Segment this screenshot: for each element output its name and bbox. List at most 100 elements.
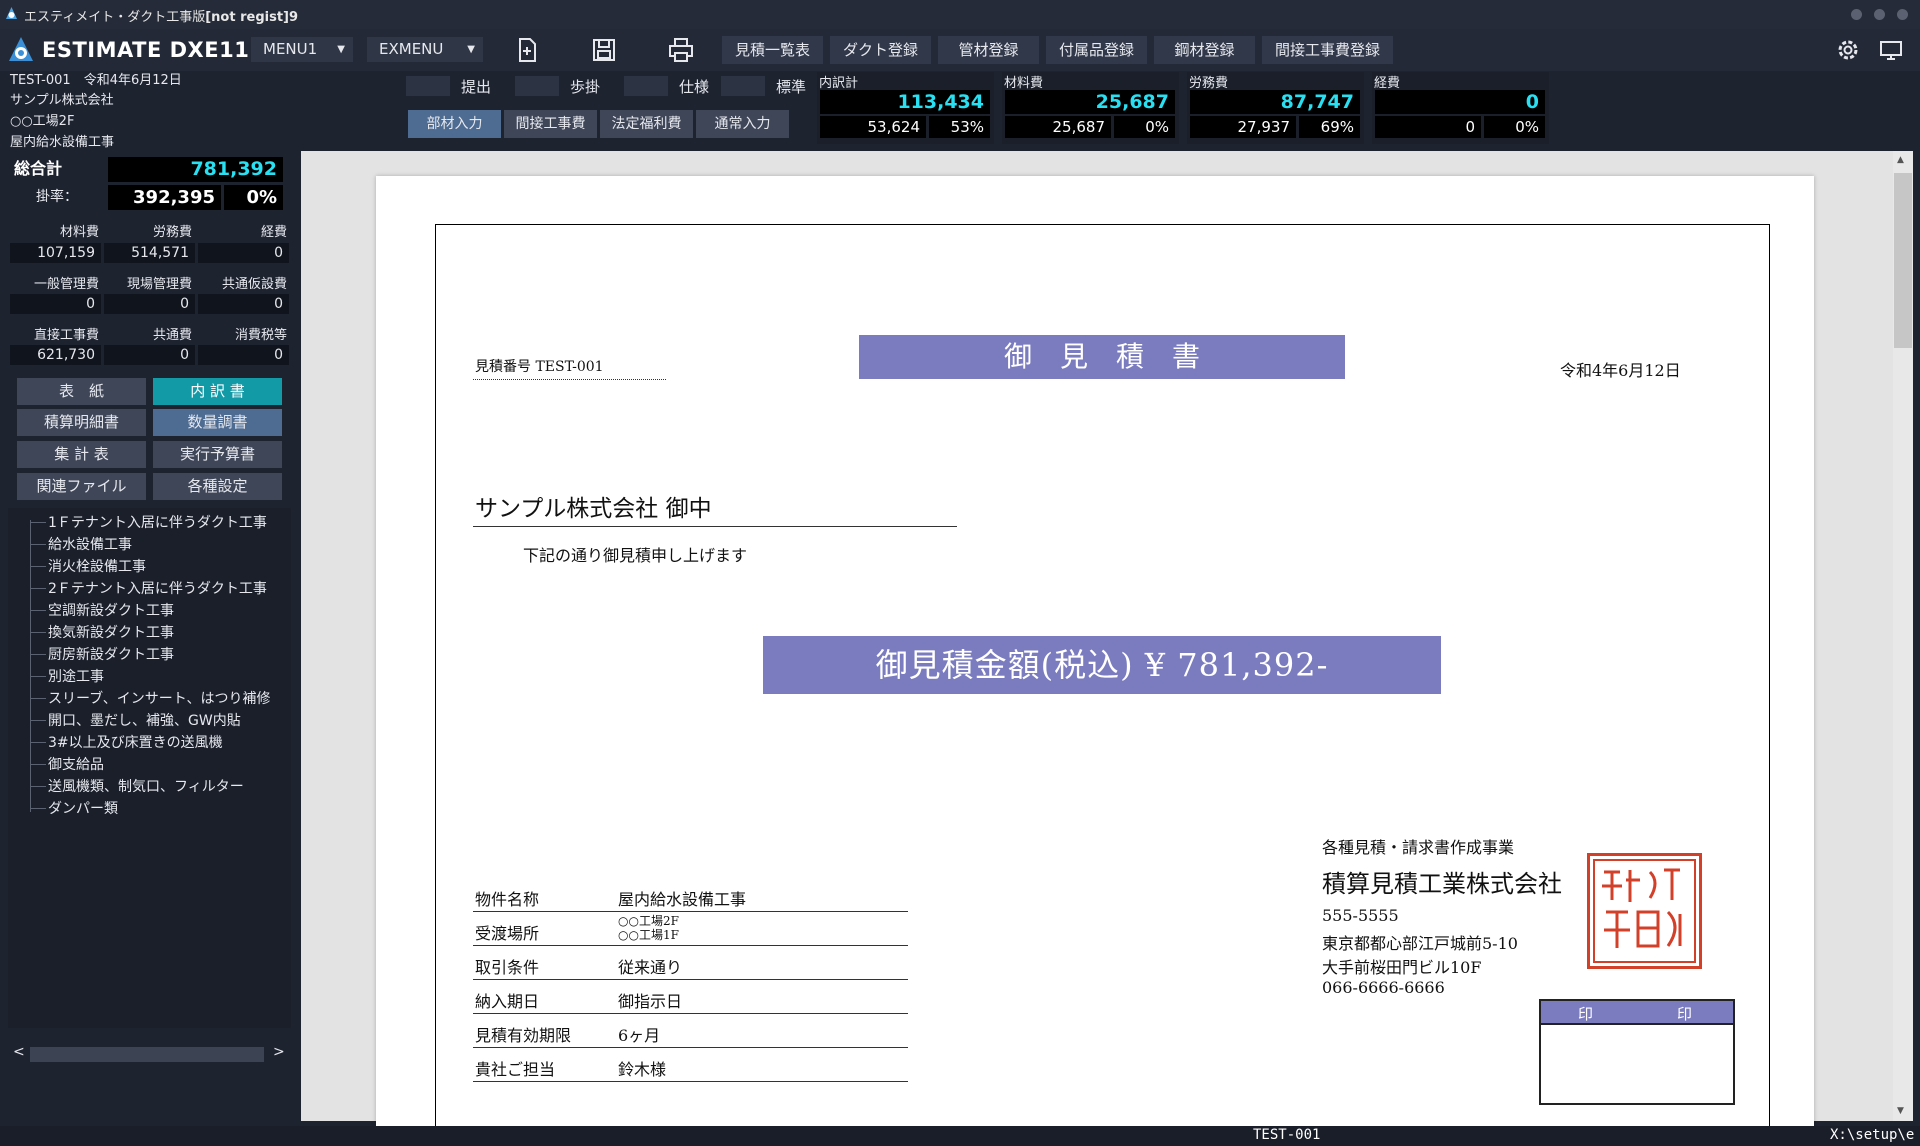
project-date: 令和4年6月12日 [83, 73, 182, 88]
spec-label: 仕様 [679, 78, 710, 96]
menu1-dropdown[interactable]: MENU1 ▼ [251, 37, 353, 62]
material-panel: 材料費 25,687 25,687 0% [1002, 72, 1179, 144]
issuer-business: 各種見積・請求書作成事業 [1322, 838, 1515, 857]
calc-detail-button[interactable]: 積算明細書 [17, 409, 146, 436]
status-code: TEST-001 [1253, 1127, 1321, 1143]
panel-sub: 0 [1375, 116, 1481, 138]
quantity-survey-button[interactable]: 数量調書 [153, 409, 282, 436]
duct-register-button[interactable]: ダクト登録 [830, 36, 931, 64]
standard-checkbox[interactable] [721, 76, 765, 96]
tree-item[interactable]: 給水設備工事 [48, 534, 132, 554]
seal-label: 印 [1578, 1005, 1594, 1023]
addressee: サンプル株式会社 御中 [475, 496, 712, 522]
normal-input-button[interactable]: 通常入力 [696, 110, 789, 138]
breakdown-button[interactable]: 内 訳 書 [153, 378, 282, 405]
app-logo-icon [6, 7, 17, 19]
vertical-scroll-thumb[interactable] [1894, 173, 1912, 348]
cover-button[interactable]: 表 紙 [17, 378, 146, 405]
material-cost-label: 材料費 [59, 225, 99, 240]
estimate-number: 見積番号 TEST-001 [475, 359, 604, 375]
tree-connector-tick [30, 676, 46, 677]
general-admin-label: 一般管理費 [33, 277, 99, 292]
exmenu-dropdown[interactable]: EXMENU ▼ [367, 37, 483, 62]
panel-label: 内訳計 [819, 76, 859, 91]
scroll-left-icon[interactable]: < [13, 1044, 27, 1060]
direct-cost-label: 直接工事費 [33, 328, 99, 343]
tree-connector-tick [30, 610, 46, 611]
horizontal-scroll-thumb[interactable] [30, 1047, 264, 1062]
pipe-register-button[interactable]: 管材登録 [938, 36, 1039, 64]
save-icon[interactable] [589, 35, 619, 65]
tree-connector-tick [30, 632, 46, 633]
welfare-cost-button[interactable]: 法定福利費 [600, 110, 693, 138]
submit-checkbox[interactable] [406, 76, 450, 96]
indirect-cost-button[interactable]: 間接工事費 [504, 110, 597, 138]
detail-line [473, 1013, 908, 1014]
tree-item[interactable]: 開口、墨だし、補強、GW内貼 [48, 710, 241, 730]
greeting: 下記の通り御見積申し上げます [523, 546, 748, 565]
detail-value: ○○工場2F [618, 914, 679, 928]
detail-line [473, 911, 908, 912]
indirect-cost-register-button[interactable]: 間接工事費登録 [1262, 36, 1393, 64]
budget-button[interactable]: 実行予算書 [153, 441, 282, 468]
menu1-label: MENU1 [263, 40, 318, 58]
tree-item[interactable]: 2Ｆテナント入居に伴うダクト工事 [48, 578, 267, 598]
issuer-company: 積算見積工業株式会社 [1322, 870, 1562, 898]
addressee-underline [473, 526, 957, 527]
seal-icon [1593, 859, 1696, 963]
status-path: X:\setup\e [1830, 1127, 1915, 1143]
maximize-button[interactable] [1874, 9, 1885, 20]
panel-sub: 53,624 [820, 116, 926, 138]
tree-item[interactable]: 別途工事 [48, 666, 104, 686]
tree-item[interactable]: 1Ｆテナント入居に伴うダクト工事 [48, 512, 267, 532]
close-button[interactable] [1897, 9, 1908, 20]
tree-connector-tick [30, 654, 46, 655]
tree-item[interactable]: 空調新設ダクト工事 [48, 600, 174, 620]
accessory-register-button[interactable]: 付属品登録 [1046, 36, 1147, 64]
display-settings-icon[interactable] [1877, 36, 1905, 64]
tree-item[interactable]: 3#以上及び床置きの送風機 [48, 732, 223, 752]
brand-name: ESTIMATE DXE11 [42, 38, 250, 62]
title-bar: エスティメイト・ダクト工事版[not regist]9 [0, 0, 1920, 29]
panel-total: 87,747 [1190, 90, 1360, 114]
spec-checkbox[interactable] [624, 76, 668, 96]
issuer-address-1: 東京都都心部江戸城前5-10 [1322, 934, 1518, 953]
tree-item[interactable]: 御支給品 [48, 754, 104, 774]
minimize-button[interactable] [1851, 9, 1862, 20]
seal-header [1541, 1001, 1733, 1023]
gear-icon[interactable] [1834, 36, 1862, 64]
site-admin-value: 0 [104, 294, 195, 314]
tree-connector-tick [30, 522, 46, 523]
tree-item[interactable]: 厨房新設ダクト工事 [48, 644, 174, 664]
project-code: TEST-001 [10, 73, 71, 88]
steel-register-button[interactable]: 鋼材登録 [1154, 36, 1255, 64]
parts-input-button[interactable]: 部材入力 [408, 110, 501, 138]
detail-value: 御指示日 [618, 992, 683, 1011]
issuer-phone: 555-5555 [1322, 906, 1399, 925]
panel-pct: 69% [1299, 116, 1360, 138]
breakdown-panel: 内訳計 113,434 53,624 53% [817, 72, 994, 144]
panel-pct: 0% [1484, 116, 1545, 138]
estimate-list-button[interactable]: 見積一覧表 [722, 36, 823, 64]
tree-item[interactable]: 送風機類、制気口、フィルター [48, 776, 244, 796]
tree-item[interactable]: ダンパー類 [48, 798, 118, 818]
tree-item[interactable]: スリーブ、インサート、はつり補修 [48, 688, 270, 708]
print-icon[interactable] [666, 35, 696, 65]
scroll-right-icon[interactable]: > [273, 1044, 287, 1060]
rate-value: 392,395 [108, 185, 221, 210]
related-files-button[interactable]: 関連ファイル [17, 473, 146, 500]
settings-button[interactable]: 各種設定 [153, 473, 282, 500]
panel-pct: 53% [929, 116, 990, 138]
expense-panel: 経費 0 0 0% [1372, 72, 1549, 144]
tree-item[interactable]: 消火栓設備工事 [48, 556, 146, 576]
detail-value: 従来通り [618, 958, 683, 977]
new-file-icon[interactable] [512, 35, 542, 65]
panel-sub: 25,687 [1005, 116, 1111, 138]
productivity-checkbox[interactable] [515, 76, 559, 96]
tree-item[interactable]: 換気新設ダクト工事 [48, 622, 174, 642]
detail-value: 屋内給水設備工事 [618, 890, 747, 909]
expense-value: 0 [198, 243, 289, 263]
scroll-up-icon[interactable]: ▲ [1897, 155, 1904, 165]
scroll-down-icon[interactable]: ▼ [1897, 1106, 1904, 1116]
summary-table-button[interactable]: 集 計 表 [17, 441, 146, 468]
